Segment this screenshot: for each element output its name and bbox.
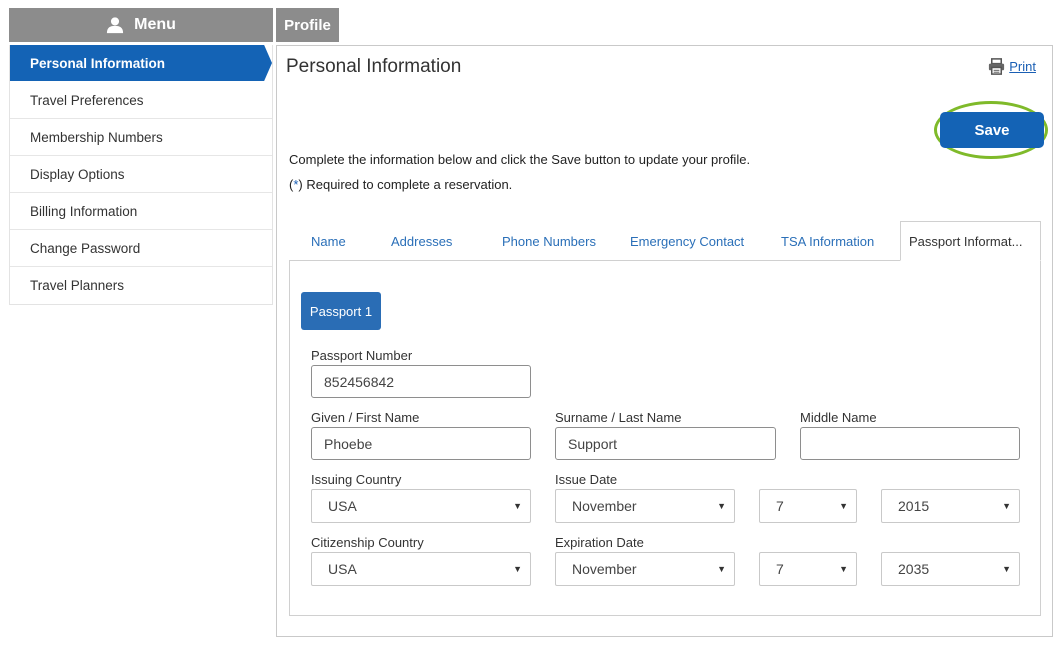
sidebar-item-membership-numbers[interactable]: Membership Numbers [10, 119, 272, 156]
main-panel: Personal Information Print Save Complete… [276, 45, 1053, 637]
given-name-input[interactable] [311, 427, 531, 460]
print-label: Print [1009, 59, 1036, 74]
issuing-country-value: USA [328, 498, 357, 514]
citizenship-country-value: USA [328, 561, 357, 577]
sidebar-item-display-options[interactable]: Display Options [10, 156, 272, 193]
issue-year-value: 2015 [898, 498, 930, 514]
issue-day-value: 7 [776, 498, 784, 514]
dropdown-arrow-icon: ▼ [1002, 564, 1011, 574]
sidebar-item-label: Display Options [30, 166, 125, 182]
dropdown-arrow-icon: ▼ [513, 501, 522, 511]
expiration-year-value: 2035 [898, 561, 930, 577]
middle-name-label: Middle Name [800, 410, 877, 425]
dropdown-arrow-icon: ▼ [717, 564, 726, 574]
dropdown-arrow-icon: ▼ [717, 501, 726, 511]
sidebar: Personal Information Travel Preferences … [9, 45, 273, 305]
tab-phone-numbers[interactable]: Phone Numbers [475, 221, 607, 261]
issue-year-select[interactable]: 2015 ▼ [881, 489, 1020, 523]
page-title: Personal Information [286, 56, 462, 77]
passport-number-label: Passport Number [311, 348, 413, 363]
expiration-month-value: November [572, 561, 637, 577]
sidebar-item-label: Membership Numbers [30, 129, 163, 145]
issue-month-value: November [572, 498, 637, 514]
menu-title: Menu [134, 16, 176, 33]
sidebar-item-personal-information[interactable]: Personal Information [10, 45, 272, 81]
expiration-date-label: Expiration Date [555, 535, 644, 550]
tab-addresses[interactable]: Addresses [369, 221, 475, 261]
sidebar-item-label: Travel Planners [30, 278, 125, 293]
dropdown-arrow-icon: ▼ [839, 501, 848, 511]
citizenship-country-label: Citizenship Country [311, 535, 424, 550]
profile-tab[interactable]: Profile [276, 8, 339, 42]
expiration-month-select[interactable]: November ▼ [555, 552, 735, 586]
middle-name-input[interactable] [800, 427, 1020, 460]
tab-tsa-information[interactable]: TSA Information [757, 221, 877, 261]
sidebar-item-billing-information[interactable]: Billing Information [10, 193, 272, 230]
sidebar-item-label: Travel Preferences [30, 92, 144, 108]
sidebar-item-travel-preferences[interactable]: Travel Preferences [10, 82, 272, 119]
issue-date-label: Issue Date [555, 472, 618, 487]
sidebar-item-label: Change Password [30, 240, 141, 256]
issuing-country-select[interactable]: USA ▼ [311, 489, 531, 523]
tab-emergency-contact[interactable]: Emergency Contact [607, 221, 757, 261]
issue-month-select[interactable]: November ▼ [555, 489, 735, 523]
sidebar-item-label: Billing Information [30, 203, 138, 219]
dropdown-arrow-icon: ▼ [1002, 501, 1011, 511]
dropdown-arrow-icon: ▼ [839, 564, 848, 574]
sidebar-item-travel-planners[interactable]: Travel Planners [10, 267, 272, 304]
instructions-text: Complete the information below and click… [289, 152, 751, 167]
sidebar-item-label: Personal Information [30, 55, 166, 71]
printer-icon [989, 58, 1005, 75]
passport-panel: Passport 1 Passport Number Given / First… [289, 260, 1041, 616]
user-icon [107, 17, 124, 34]
issue-day-select[interactable]: 7 ▼ [759, 489, 857, 523]
passport-1-button[interactable]: Passport 1 [301, 292, 381, 330]
expiration-day-select[interactable]: 7 ▼ [759, 552, 857, 586]
print-link[interactable]: Print [987, 57, 1036, 76]
dropdown-arrow-icon: ▼ [513, 564, 522, 574]
expiration-day-value: 7 [776, 561, 784, 577]
tab-bar: Name Addresses Phone Numbers Emergency C… [289, 221, 1041, 261]
surname-input[interactable] [555, 427, 776, 460]
required-suffix: ) Required to complete a reservation. [298, 177, 513, 192]
issuing-country-label: Issuing Country [311, 472, 402, 487]
passport-number-input[interactable] [311, 365, 531, 398]
expiration-year-select[interactable]: 2035 ▼ [881, 552, 1020, 586]
tab-passport-information[interactable]: Passport Informat... [900, 221, 1041, 261]
given-name-label: Given / First Name [311, 410, 420, 425]
surname-label: Surname / Last Name [555, 410, 682, 425]
menu-header[interactable]: Menu [9, 8, 273, 42]
sidebar-item-change-password[interactable]: Change Password [10, 230, 272, 267]
tab-name[interactable]: Name [289, 221, 369, 261]
save-button[interactable]: Save [940, 112, 1044, 148]
citizenship-country-select[interactable]: USA ▼ [311, 552, 531, 586]
required-note: (*) Required to complete a reservation. [289, 177, 512, 192]
